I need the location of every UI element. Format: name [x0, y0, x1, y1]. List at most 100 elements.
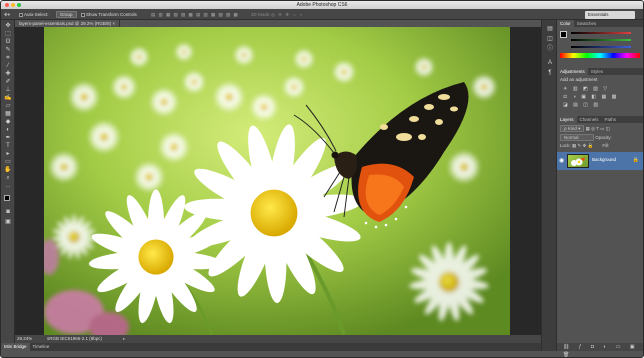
app-title: Adobe Photoshop CS6: [296, 2, 348, 8]
fx-icon[interactable]: ƒ: [579, 344, 586, 350]
tools-panel: ✥ ⬚ ʘ ✎ ⌗ ⁄ ✚ ✐ ⊥ ✍ ▱ ▦ ◆ ◐ ✒ T ▸ ▭ ✋ ⌕ …: [1, 20, 15, 348]
tab-swatches[interactable]: Swatches: [574, 20, 600, 27]
collapsed-panel-icons: ▤ ◫ ⓘ A ¶: [541, 20, 557, 351]
layer-kind-label: Kind: [567, 126, 577, 131]
character-panel-icon[interactable]: A: [546, 60, 554, 66]
shape-tool-icon[interactable]: ▭: [4, 159, 12, 165]
title-bar: Adobe Photoshop CS6: [1, 1, 643, 9]
move-tool-icon[interactable]: ✥: [4, 23, 12, 29]
photoshop-window: Adobe Photoshop CS6 ✥▾ Auto-Select: Grou…: [0, 0, 644, 358]
screen-mode-icon[interactable]: ▣: [4, 219, 12, 225]
visibility-eye-icon[interactable]: ◉: [559, 157, 564, 164]
close-icon[interactable]: [5, 3, 9, 7]
clone-stamp-tool-icon[interactable]: ⊥: [4, 87, 12, 93]
layer-name[interactable]: Background: [592, 157, 616, 162]
path-select-tool-icon[interactable]: ▸: [4, 151, 12, 157]
tab-styles[interactable]: Styles: [588, 68, 606, 75]
butterfly-daisy-photo: [44, 27, 510, 335]
paragraph-panel-icon[interactable]: ¶: [546, 70, 554, 76]
adjustment-layer-icon[interactable]: ◐: [603, 344, 610, 350]
tab-channels[interactable]: Channels: [577, 116, 602, 123]
gradient-tool-icon[interactable]: ▦: [4, 111, 12, 117]
crop-tool-icon[interactable]: ⌗: [4, 55, 12, 61]
quick-mask-icon[interactable]: ◙: [4, 209, 12, 215]
eraser-tool-icon[interactable]: ▱: [4, 103, 12, 109]
blur-tool-icon[interactable]: ◆: [4, 119, 12, 125]
document-image: [44, 27, 510, 335]
delete-layer-icon[interactable]: 🗑: [563, 352, 573, 357]
tab-adjustments[interactable]: Adjustments: [557, 68, 588, 75]
document-tab-label: layers-panel-essentials.psd @ 29.2% (RGB…: [19, 21, 112, 26]
auto-select-checkbox[interactable]: [19, 12, 23, 17]
status-menu-arrow-icon[interactable]: ▸: [123, 335, 125, 343]
adjustment-icons[interactable]: ☀ ▥ ◩ ▧ ▽ ⚖ ◑ ▣ ◧ ▦ ▩ ◪ ▤ ◫ ▨: [557, 84, 643, 110]
lasso-tool-icon[interactable]: ʘ: [4, 39, 12, 45]
eyedropper-tool-icon[interactable]: ⁄: [4, 63, 12, 69]
fill-label: Fill:: [602, 143, 610, 148]
opacity-label: Opacity:: [595, 135, 612, 140]
zoom-tool-icon[interactable]: ⌕: [4, 175, 12, 181]
lock-label: Lock:: [560, 143, 571, 148]
3d-mode-label: 3D Mode:: [251, 12, 271, 17]
pen-tool-icon[interactable]: ✒: [4, 135, 12, 141]
red-slider[interactable]: [571, 32, 631, 34]
right-panels: Color Swatches Adjustments Styles Add an a…: [557, 20, 643, 357]
history-brush-tool-icon[interactable]: ✍: [4, 95, 12, 101]
blend-mode-dropdown[interactable]: Normal: [560, 134, 594, 141]
layers-panel: Layers Channels Paths ρ Kind ▾ ▦ ◎ T ▭ ◫ N…: [557, 116, 643, 357]
mask-icon[interactable]: ◘: [591, 344, 598, 350]
transform-controls-label: Show Transform Controls: [86, 12, 137, 17]
zoom-icon[interactable]: [17, 3, 21, 7]
more-tools-icon[interactable]: …: [4, 183, 12, 189]
color-fg-swatch[interactable]: [560, 31, 567, 38]
healing-tool-icon[interactable]: ✚: [4, 71, 12, 77]
layer-lock-icon: 🔒: [632, 157, 639, 163]
color-profile: sRGB IEC61966-2.1 (8bpc): [47, 336, 103, 341]
close-tab-icon[interactable]: ×: [112, 21, 115, 26]
green-slider[interactable]: [571, 39, 631, 41]
quick-select-tool-icon[interactable]: ✎: [4, 47, 12, 53]
auto-select-dropdown[interactable]: Group: [56, 11, 77, 18]
zoom-level[interactable]: 29.24%: [17, 335, 32, 343]
blue-slider[interactable]: [571, 46, 631, 48]
3d-mode-icons[interactable]: ◎ ✣ ✥ ⇔ ◐: [271, 9, 304, 20]
brush-tool-icon[interactable]: ✐: [4, 79, 12, 85]
layer-kind-dropdown[interactable]: ρ Kind ▾: [560, 125, 585, 132]
transform-controls-checkbox[interactable]: [81, 12, 85, 17]
workspace-switcher[interactable]: Essentials: [585, 10, 635, 19]
group-icon[interactable]: ▭: [616, 344, 625, 350]
color-spectrum[interactable]: [560, 53, 640, 58]
layer-row-background[interactable]: ◉ Background 🔒: [557, 152, 643, 170]
dodge-tool-icon[interactable]: ◐: [4, 127, 12, 133]
align-icons[interactable]: ▤ ▥ ▦ ▧ ▨ ▩ ▤ ▥ ▦ ▧ ▨ ▩: [151, 9, 239, 20]
info-panel-icon[interactable]: ⓘ: [546, 46, 554, 52]
foreground-color-swatch[interactable]: [4, 195, 10, 201]
auto-select-label: Auto-Select:: [24, 12, 49, 17]
marquee-tool-icon[interactable]: ⬚: [4, 31, 12, 37]
tab-paths[interactable]: Paths: [602, 116, 620, 123]
canvas-area[interactable]: [15, 27, 541, 335]
lock-row: Lock: ▦ ✎ ✥ 🔒 Fill:: [560, 143, 610, 148]
move-tool-icon[interactable]: ✥▾: [4, 9, 10, 20]
blend-row: Normal Opacity:: [560, 134, 612, 141]
status-bar: 29.24% sRGB IEC61966-2.1 (8bpc) ▸: [15, 335, 541, 343]
options-bar: ✥▾ Auto-Select: Group Show Transform Con…: [1, 9, 643, 20]
tab-layers[interactable]: Layers: [557, 116, 577, 123]
new-layer-icon[interactable]: ▣: [630, 344, 639, 350]
tab-timeline[interactable]: Timeline: [30, 343, 53, 351]
hand-tool-icon[interactable]: ✋: [4, 167, 12, 173]
properties-panel-icon[interactable]: ◫: [546, 36, 554, 42]
type-tool-icon[interactable]: T: [4, 143, 12, 149]
layer-filter-row[interactable]: ρ Kind ▾ ▦ ◎ T ▭ ◫: [560, 125, 610, 132]
window-controls: [5, 3, 21, 7]
document-tab[interactable]: layers-panel-essentials.psd @ 29.2% (RGB…: [15, 20, 121, 27]
layer-thumbnail: [567, 154, 589, 168]
minimize-icon[interactable]: [11, 3, 15, 7]
add-adjustment-label: Add an adjustment: [560, 77, 598, 82]
link-layers-icon[interactable]: ⛓: [563, 344, 573, 350]
history-panel-icon[interactable]: ▤: [546, 26, 554, 32]
tab-color[interactable]: Color: [557, 20, 574, 27]
color-panel: Color Swatches: [557, 20, 643, 60]
tab-mini-bridge[interactable]: Mini Bridge: [1, 343, 30, 351]
layers-footer: ⛓ ƒ ◘ ◐ ▭ ▣ 🗑: [557, 343, 643, 357]
